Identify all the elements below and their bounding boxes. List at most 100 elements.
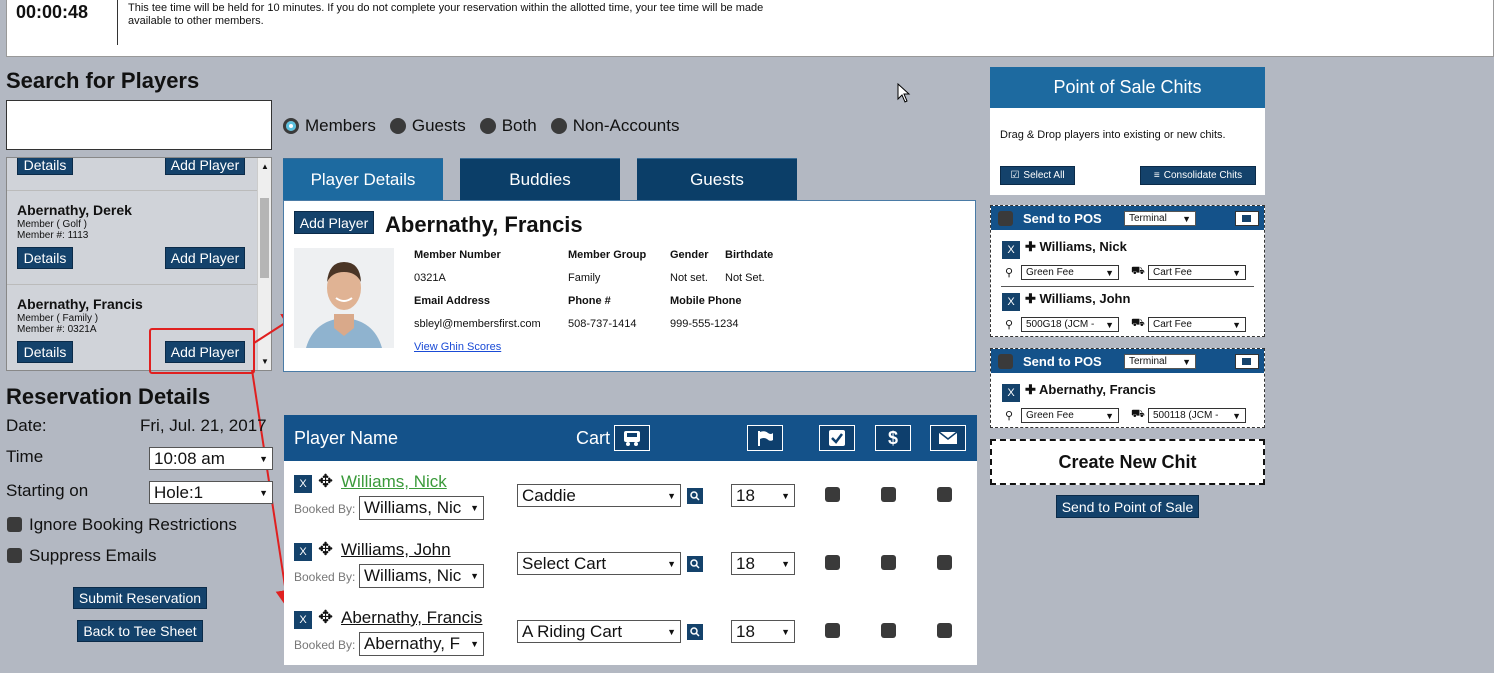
pos-chit[interactable]: Send to POS Terminal ▼ X ✚ Williams, Nick… xyxy=(990,205,1265,337)
view-ghin-scores-link[interactable]: View Ghin Scores xyxy=(414,341,501,353)
chit-player-name-text: Williams, John xyxy=(1039,291,1131,306)
player-link[interactable]: Williams, Nick xyxy=(341,472,447,492)
divider xyxy=(1001,286,1254,287)
move-icon[interactable]: ✥ xyxy=(318,472,333,490)
time-select[interactable]: 10:08 am ▼ xyxy=(149,447,273,470)
radio-non-accounts-label: Non-Accounts xyxy=(572,116,680,135)
holes-select[interactable]: 18 ▼ xyxy=(731,620,795,643)
radio-both-label: Both xyxy=(501,116,537,135)
remove-player-button[interactable]: X xyxy=(294,475,312,493)
radio-non-accounts[interactable] xyxy=(550,118,567,134)
chevron-down-icon: ▼ xyxy=(1232,410,1241,421)
email-label: Email Address xyxy=(414,295,491,307)
cart-fee-select[interactable]: Cart Fee ▼ xyxy=(1148,317,1246,332)
chevron-down-icon: ▼ xyxy=(1105,267,1114,278)
terminal-value: Terminal xyxy=(1129,213,1167,224)
cart-select[interactable]: A Riding Cart ▼ xyxy=(517,620,681,643)
email-checkbox[interactable] xyxy=(937,487,952,502)
fee-value: Green Fee xyxy=(1026,267,1074,278)
remove-player-button[interactable]: X xyxy=(294,611,312,629)
search-icon[interactable] xyxy=(687,556,703,572)
radio-members[interactable] xyxy=(283,118,299,134)
remove-player-button[interactable]: X xyxy=(294,543,312,561)
fee-select[interactable]: Green Fee ▼ xyxy=(1021,408,1119,423)
fee-select[interactable]: Green Fee ▼ xyxy=(1021,265,1119,280)
start-hole-select[interactable]: Hole:1 ▼ xyxy=(149,481,273,504)
birthdate-value: Not Set. xyxy=(725,272,765,284)
chit-select-checkbox[interactable] xyxy=(998,211,1013,226)
pos-chits-panel: Point of Sale Chits Drag & Drop players … xyxy=(990,67,1265,195)
member-group-value: Family xyxy=(568,272,601,284)
terminal-value: Terminal xyxy=(1129,356,1167,367)
cart-fee-select[interactable]: 500118 (JCM - ▼ xyxy=(1148,408,1246,423)
holes-select[interactable]: 18 ▼ xyxy=(731,484,795,507)
paid-checkbox[interactable] xyxy=(881,487,896,502)
add-player-button[interactable]: Add Player xyxy=(294,211,374,234)
move-icon[interactable]: ✥ xyxy=(318,540,333,558)
chevron-down-icon: ▼ xyxy=(259,487,268,498)
submit-reservation-button[interactable]: Submit Reservation xyxy=(73,587,207,609)
chit-select-checkbox[interactable] xyxy=(998,354,1013,369)
chevron-down-icon: ▼ xyxy=(667,558,676,569)
paid-checkbox[interactable] xyxy=(881,555,896,570)
terminal-select[interactable]: Terminal ▼ xyxy=(1124,354,1196,369)
cart-icon: ⛟ xyxy=(1131,265,1145,277)
pos-title: Point of Sale Chits xyxy=(990,67,1265,108)
confirm-checkbox[interactable] xyxy=(825,555,840,570)
back-to-tee-sheet-button[interactable]: Back to Tee Sheet xyxy=(77,620,203,642)
consolidate-chits-button[interactable]: ≡ Consolidate Chits xyxy=(1140,166,1256,185)
create-new-chit-dropzone[interactable]: Create New Chit xyxy=(990,439,1265,485)
dollar-icon: $ xyxy=(875,425,911,451)
date-value: Fri, Jul. 21, 2017 xyxy=(140,416,267,435)
select-all-button[interactable]: ☑ Select All xyxy=(1000,166,1075,185)
remove-chit-player-button[interactable]: X xyxy=(1002,241,1020,259)
cart-fee-value: 500118 (JCM - xyxy=(1153,410,1219,421)
tab-player-details[interactable]: Player Details xyxy=(283,158,443,201)
player-link[interactable]: Williams, John xyxy=(341,540,451,560)
cart-select[interactable]: Caddie ▼ xyxy=(517,484,681,507)
tab-buddies[interactable]: Buddies xyxy=(460,158,620,201)
suppress-emails-checkbox[interactable] xyxy=(7,548,22,563)
chevron-down-icon: ▼ xyxy=(1232,319,1241,330)
booked-by-select[interactable]: Williams, Nic ▼ xyxy=(359,564,484,588)
holes-select[interactable]: 18 ▼ xyxy=(731,552,795,575)
confirm-checkbox[interactable] xyxy=(825,487,840,502)
paid-checkbox[interactable] xyxy=(881,623,896,638)
pos-chit[interactable]: Send to POS Terminal ▼ X ✚ Abernathy, Fra… xyxy=(990,348,1265,428)
fee-value: 500G18 (JCM - xyxy=(1026,319,1095,330)
remove-chit-player-button[interactable]: X xyxy=(1002,384,1020,402)
chit-menu-icon[interactable] xyxy=(1235,354,1259,369)
cart-value: Caddie xyxy=(522,485,576,505)
flag-icon xyxy=(747,425,783,451)
tab-guests[interactable]: Guests xyxy=(637,158,797,201)
search-icon[interactable] xyxy=(687,624,703,640)
remove-chit-player-button[interactable]: X xyxy=(1002,293,1020,311)
terminal-select[interactable]: Terminal ▼ xyxy=(1124,211,1196,226)
cart-icon: ⛟ xyxy=(1131,317,1145,329)
mobile-value: 999-555-1234 xyxy=(670,318,739,330)
fee-select[interactable]: 500G18 (JCM - ▼ xyxy=(1021,317,1119,332)
search-icon[interactable] xyxy=(687,488,703,504)
ignore-restrictions-label: Ignore Booking Restrictions xyxy=(29,515,237,534)
booked-by-label: Booked By: xyxy=(294,502,356,516)
chit-menu-icon[interactable] xyxy=(1235,211,1259,226)
radio-both[interactable] xyxy=(479,118,496,134)
email-checkbox[interactable] xyxy=(937,555,952,570)
list-icon: ≡ xyxy=(1153,170,1160,181)
chit-player-name-text: Williams, Nick xyxy=(1039,239,1127,254)
cart-fee-select[interactable]: Cart Fee ▼ xyxy=(1148,265,1246,280)
radio-guests[interactable] xyxy=(389,118,406,134)
email-checkbox[interactable] xyxy=(937,623,952,638)
booked-by-select[interactable]: Abernathy, F ▼ xyxy=(359,632,484,656)
confirm-checkbox[interactable] xyxy=(825,623,840,638)
booked-by-select[interactable]: Williams, Nic ▼ xyxy=(359,496,484,520)
player-name: Abernathy, Francis xyxy=(385,212,583,237)
send-to-point-of-sale-button[interactable]: Send to Point of Sale xyxy=(1056,495,1199,518)
birthdate-label: Birthdate xyxy=(725,249,774,261)
ignore-restrictions-checkbox[interactable] xyxy=(7,517,22,532)
cart-select[interactable]: Select Cart ▼ xyxy=(517,552,681,575)
move-icon[interactable]: ✥ xyxy=(318,608,333,626)
pos-instructions: Drag & Drop players into existing or new… xyxy=(1000,129,1226,141)
cart-fee-value: Cart Fee xyxy=(1153,319,1192,330)
player-link[interactable]: Abernathy, Francis xyxy=(341,608,482,628)
